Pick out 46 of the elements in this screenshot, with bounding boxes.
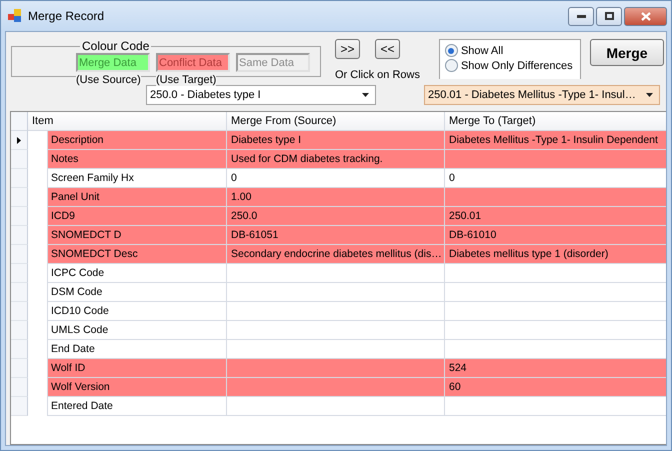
colour-swatch: Same Data <box>236 53 310 72</box>
table-row[interactable]: End Date <box>47 340 666 359</box>
table-row[interactable]: SNOMEDCT Desc Secondary endocrine diabetes mellitus (dis… Diabetes mellitus type 1 (disorder) <box>47 245 666 264</box>
table-row[interactable]: DSM Code <box>47 283 666 302</box>
table-row[interactable]: Screen Family Hx 0 0 <box>47 169 666 188</box>
transfer-button[interactable]: >> <box>335 39 360 59</box>
table-row[interactable]: Notes Used for CDM diabetes tracking. <box>47 150 666 169</box>
table-row[interactable]: ICD9 250.0 250.01 <box>47 207 666 226</box>
swatch-note: (Use Source) <box>76 74 141 86</box>
table-row[interactable]: Wolf ID 524 <box>47 359 666 378</box>
table-row[interactable]: Description Diabetes type I Diabetes Mellitus -Type 1- Insulin Dependent <box>47 131 666 150</box>
colour-swatch: Conflict Data <box>156 53 230 72</box>
window-title: Merge Record <box>28 9 106 23</box>
table-row[interactable]: ICD10 Code <box>47 302 666 321</box>
close-button[interactable] <box>624 6 667 26</box>
colour-swatch: Merge Data <box>76 53 150 72</box>
maximize-icon <box>604 12 614 20</box>
close-icon <box>640 12 650 20</box>
caret-icon <box>646 93 653 97</box>
merge-button[interactable]: Merge <box>590 39 664 66</box>
group-title: Colour Code <box>81 39 150 53</box>
row-header[interactable] <box>11 131 28 150</box>
view-option[interactable]: Show Only Differences <box>444 59 580 72</box>
table-row[interactable]: Entered Date <box>47 397 666 416</box>
view-option[interactable]: Show All <box>444 44 580 57</box>
minimize-icon <box>576 14 586 18</box>
caret-icon <box>362 93 369 97</box>
column-header[interactable]: Item <box>28 112 227 131</box>
minimize-button[interactable] <box>568 6 594 26</box>
transfer-button[interactable]: << <box>375 39 400 59</box>
app-icon <box>8 9 22 23</box>
table-row[interactable]: SNOMEDCT D DB-61051 DB-61010 <box>47 226 666 245</box>
table-row[interactable]: UMLS Code <box>47 321 666 340</box>
radio-button[interactable] <box>444 59 458 72</box>
current-row-icon <box>17 136 21 144</box>
radio-button[interactable] <box>444 44 458 57</box>
table-cell: Entered Date <box>47 397 227 416</box>
record-dropdown[interactable]: 250.0 - Diabetes type I <box>146 85 376 105</box>
swatch-note: (Use Target) <box>156 74 216 86</box>
hint-text: Or Click on Rows <box>335 69 420 81</box>
table-row[interactable]: Wolf Version 60 <box>47 378 666 397</box>
table-row[interactable]: Panel Unit 1.00 <box>47 188 666 207</box>
record-dropdown[interactable]: 250.01 - Diabetes Mellitus -Type 1- Insul… <box>424 85 660 105</box>
maximize-button[interactable] <box>596 6 622 26</box>
column-header[interactable]: Merge From (Source) <box>227 112 445 131</box>
table-row[interactable]: ICPC Code <box>47 264 666 283</box>
